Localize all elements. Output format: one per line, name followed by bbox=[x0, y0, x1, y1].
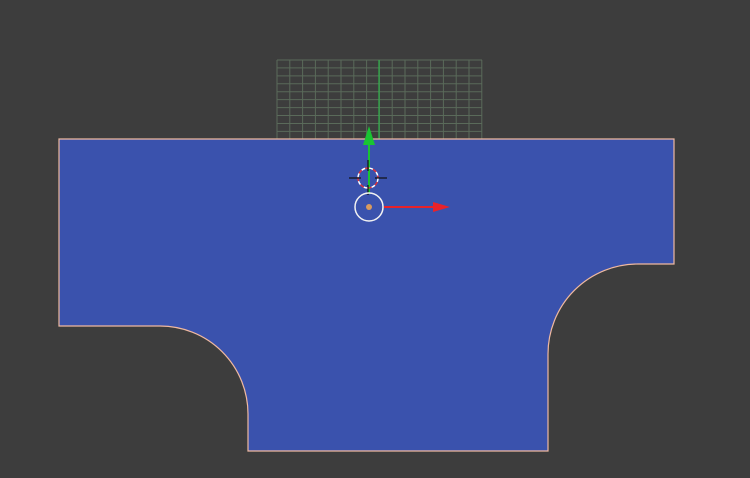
viewport-canvas[interactable] bbox=[0, 0, 750, 478]
origin-dot bbox=[366, 204, 372, 210]
3d-viewport[interactable] bbox=[0, 0, 750, 478]
